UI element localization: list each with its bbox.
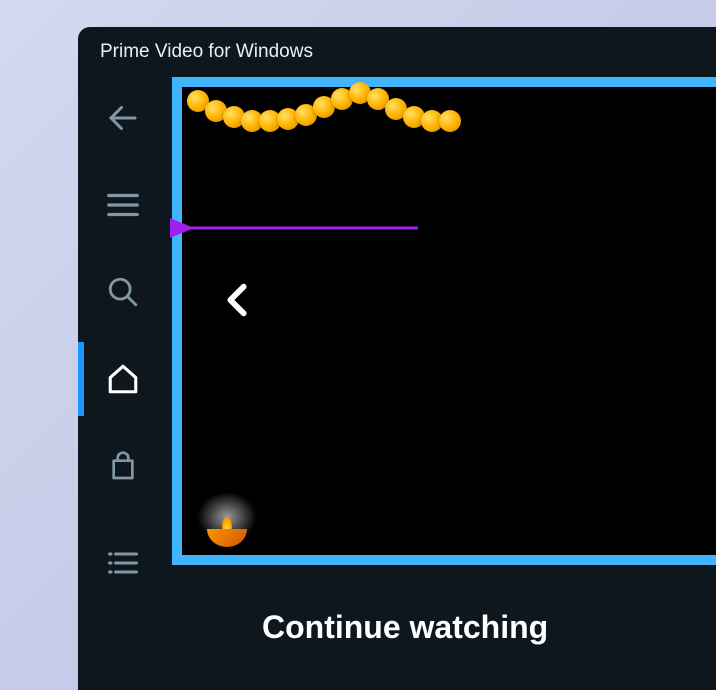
window-title: Prime Video for Windows (100, 41, 313, 63)
title-bar: Prime Video for Windows (78, 27, 716, 77)
home-icon (106, 362, 140, 396)
content-area: Continue watching (168, 77, 716, 690)
search-button[interactable] (102, 271, 144, 313)
list-button[interactable] (102, 542, 144, 584)
list-icon (105, 545, 141, 581)
chevron-left-icon (217, 272, 257, 328)
hamburger-icon (104, 186, 142, 224)
diya-decoration (202, 507, 252, 547)
garland-decoration (187, 82, 467, 132)
app-window: Prime Video for Windows (78, 27, 716, 690)
store-button[interactable] (102, 445, 144, 487)
carousel-prev-button[interactable] (217, 272, 257, 333)
back-button[interactable] (102, 97, 144, 139)
app-body: Continue watching (78, 77, 716, 690)
continue-watching-header: Continue watching (172, 579, 716, 646)
shopping-bag-icon (107, 450, 139, 482)
hero-banner[interactable] (172, 77, 716, 565)
menu-button[interactable] (102, 184, 144, 226)
home-button[interactable] (102, 358, 144, 400)
sidebar (78, 77, 168, 690)
back-icon (105, 100, 141, 136)
search-icon (106, 275, 140, 309)
